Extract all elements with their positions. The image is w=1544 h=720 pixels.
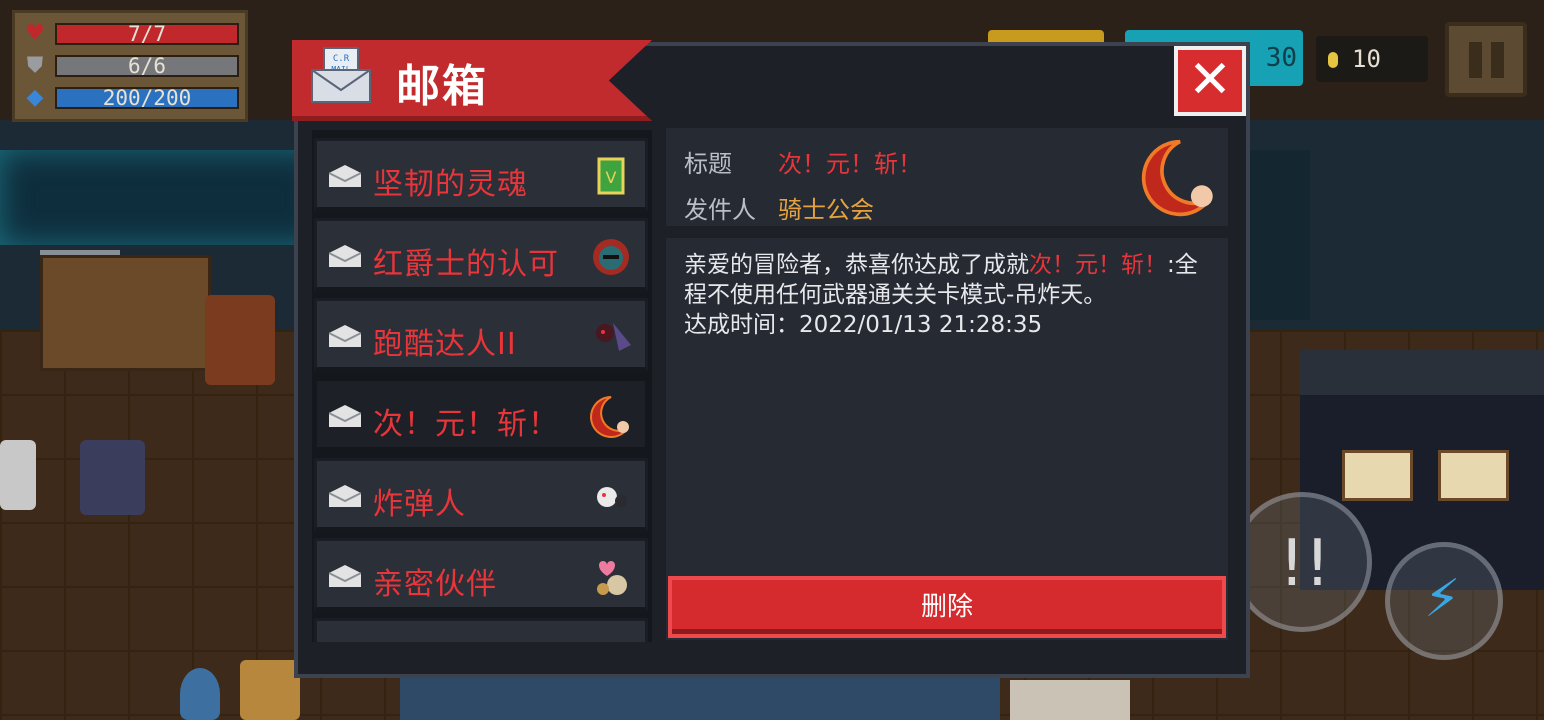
mail-item[interactable] [314,618,648,642]
gem-value: 30 [1265,43,1297,73]
merchant-npc[interactable] [205,295,275,385]
wooden-table [40,255,211,371]
plant-pot [180,668,220,720]
floor-pet [1010,680,1130,720]
notice-board [0,440,36,510]
title-label: 标题 [684,150,732,178]
mail-item-selected[interactable]: 次！元！斩！ [314,378,648,452]
energy-value: 200/200 [55,87,239,109]
mail-item[interactable]: 坚韧的灵魂 V [314,138,648,212]
close-icon: ✕ [1188,50,1232,110]
floor-items [400,675,1000,720]
title-value: 次！元！斩！ [778,150,922,178]
close-button[interactable]: ✕ [1174,46,1246,116]
heart-icon: ♥ [25,21,45,46]
mail-body-text: 亲爱的冒险者，恭喜你达成了成就次！元！斩！:全程不使用任何武器通关关卡模式-吊炸… [684,250,1204,340]
crescent-blade-icon [1141,139,1213,217]
armor-row: ⛊ 6/6 [21,53,239,79]
shop-sign [1438,450,1509,501]
mail-item-label: 炸弹人 [373,487,466,522]
mail-item[interactable]: 炸弹人 [314,458,648,532]
card-icon: V [597,157,625,195]
coin-counter: 10 [1316,36,1428,82]
shield-icon: ⛊ [26,53,44,78]
envelope-open-icon [329,405,361,427]
wall-window [0,150,320,245]
mail-list[interactable]: 坚韧的灵魂 V 红爵士的认可 跑酷达人II 次！元！斩！ 炸弹人 亲密伙伴 [312,130,652,642]
lightning-icon: ⚡ [1424,569,1461,629]
body-prefix: 亲爱的冒险者，恭喜你达成了成就 [684,252,1029,278]
ninja-icon [596,323,631,351]
mail-item[interactable]: 红爵士的认可 [314,218,648,292]
svg-text:V: V [606,168,617,187]
shop-sign [1342,450,1413,501]
pet-heart-icon [597,561,627,595]
player-stats-panel: ♥ 7/7 ⛊ 6/6 ◆ 200/200 [12,10,248,122]
achievement-time: 达成时间：2022/01/13 21:28:35 [684,312,1043,338]
envelope-open-icon [329,485,361,507]
mail-item-label: 跑酷达人II [373,327,517,362]
hp-row: ♥ 7/7 [21,21,239,47]
energy-row: ◆ 200/200 [21,85,239,111]
knight-helmet-icon [593,239,629,275]
mail-detail-header: 标题 次！元！斩！ 发件人 骑士公会 [666,128,1228,226]
mail-item[interactable]: 跑酷达人II [314,298,648,372]
sender-value: 骑士公会 [778,196,874,224]
mail-item-label: 次！元！斩！ [373,407,559,442]
mail-item-label: 红爵士的认可 [373,247,559,282]
cat-npc[interactable] [80,440,145,515]
attack-button[interactable]: !! [1232,492,1372,632]
diamond-icon: ◆ [26,85,44,110]
pause-icon [1491,42,1504,78]
mailbox-title: 邮箱 [396,61,488,112]
bomber-icon [597,487,627,507]
mail-icon: C.R MAIL [311,47,371,103]
sender-label: 发件人 [684,196,756,224]
body-highlight: 次！元！斩！ [1029,252,1167,278]
envelope-open-icon [329,245,361,267]
delete-button[interactable]: 删除 [668,576,1226,638]
svg-text:C.R: C.R [333,54,350,64]
dog-pet [240,660,300,720]
pause-button[interactable] [1445,22,1527,97]
armor-value: 6/6 [55,55,239,77]
skill-button[interactable]: ⚡ [1385,542,1503,660]
coin-value: 10 [1352,45,1381,73]
mail-item-label: 亲密伙伴 [373,567,497,602]
attack-icon: !! [1279,527,1331,601]
room-ledge [1300,350,1544,395]
envelope-open-icon [329,325,361,347]
mail-item-label: 坚韧的灵魂 [373,167,528,202]
envelope-open-icon [329,165,361,187]
wall-pillar [1250,150,1310,320]
crescent-blade-icon [590,396,629,438]
hp-value: 7/7 [55,23,239,45]
mail-item[interactable]: 亲密伙伴 [314,538,648,612]
coin-icon [1328,52,1338,68]
pause-icon [1469,42,1482,78]
envelope-open-icon [329,565,361,587]
